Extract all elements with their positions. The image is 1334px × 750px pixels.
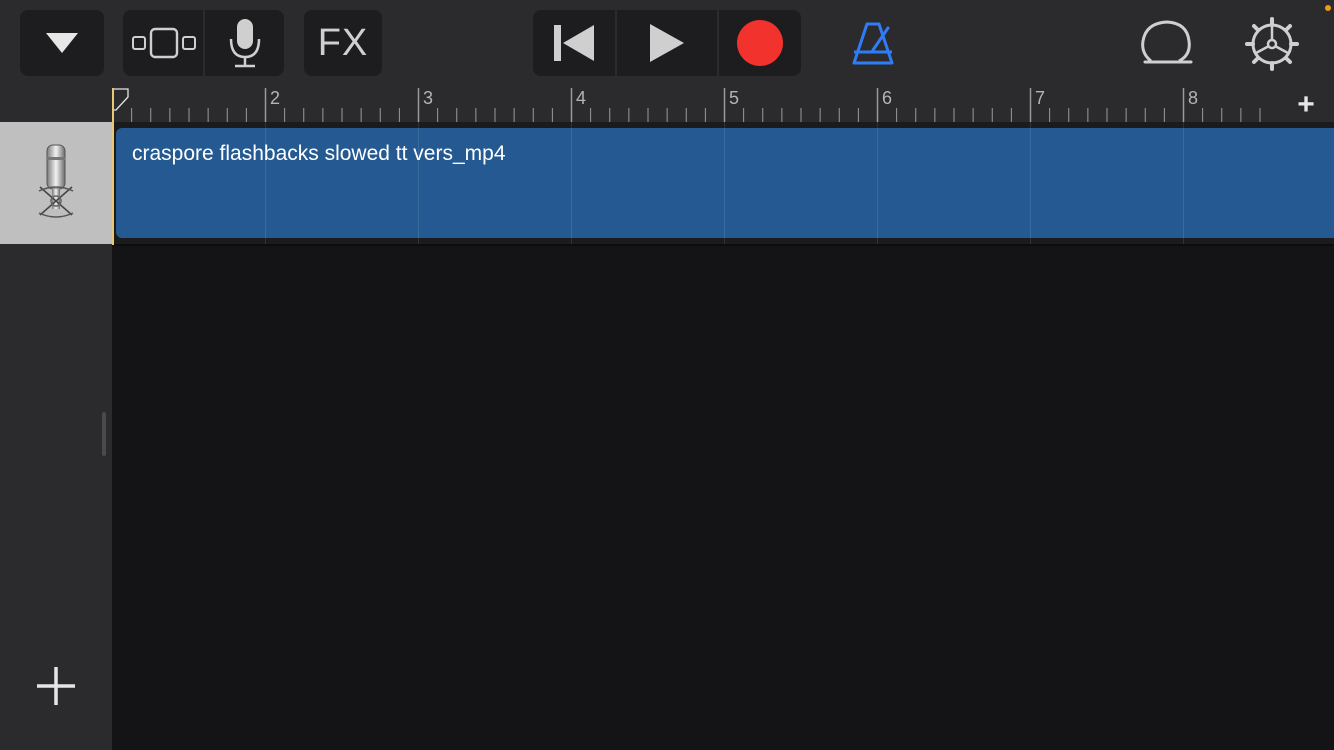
add-track-button[interactable]: [32, 662, 80, 710]
ruler-bar-label: 3: [423, 88, 433, 108]
audio-region[interactable]: craspore flashbacks slowed tt vers_mp4: [116, 128, 1334, 238]
microphone-button[interactable]: [205, 10, 284, 76]
lane-bar-gridline: [418, 122, 419, 244]
tracks-view-button[interactable]: [123, 10, 203, 76]
loop-browser-icon: [1141, 20, 1193, 64]
plus-icon: [37, 667, 75, 705]
lane-bar-gridline: [1183, 122, 1184, 244]
ruler-bar-label: 5: [729, 88, 739, 108]
ruler-bar-label: 6: [882, 88, 892, 108]
lane-bar-gridline: [1030, 122, 1031, 244]
lane-bar-gridline: [877, 122, 878, 244]
metronome-icon: [852, 22, 894, 65]
microphone-icon: [229, 19, 260, 68]
lane-bar-gridline: [571, 122, 572, 244]
plus-icon: +: [1297, 88, 1315, 121]
rewind-button[interactable]: [533, 10, 615, 76]
timeline-ruler[interactable]: 2 3 4 5 6 7 8: [112, 88, 1278, 122]
record-icon: [737, 20, 783, 66]
view-mic-group: [123, 10, 284, 76]
ruler-bar-label: 4: [576, 88, 586, 108]
lane-bar-gridline: [724, 122, 725, 244]
track-lane: craspore flashbacks slowed tt vers_mp4: [112, 122, 1334, 246]
tracks-view-icon: [132, 27, 196, 59]
toolbar: FX: [0, 0, 1334, 88]
track-header[interactable]: [0, 122, 112, 244]
play-button[interactable]: [617, 10, 717, 76]
playhead-marker-icon[interactable]: [112, 88, 129, 111]
lane-bar-gridline: [265, 122, 266, 244]
play-icon: [650, 24, 684, 62]
ruler-bar-label: 8: [1188, 88, 1198, 108]
ruler-bar-label: 2: [270, 88, 280, 108]
settings-button[interactable]: [1244, 16, 1300, 72]
ruler-bar-label: 7: [1035, 88, 1045, 108]
metronome-button[interactable]: [846, 18, 900, 68]
header-resize-handle[interactable]: [102, 412, 106, 456]
track-header-column: [0, 88, 112, 750]
region-name: craspore flashbacks slowed tt vers_mp4: [132, 142, 506, 165]
skip-back-icon: [554, 25, 594, 61]
record-button[interactable]: [719, 10, 801, 76]
loop-browser-button[interactable]: [1138, 16, 1196, 70]
triangle-down-icon: [46, 33, 78, 53]
condenser-microphone-icon: [38, 144, 74, 218]
fx-button[interactable]: FX: [304, 10, 382, 76]
ruler-add-section-button[interactable]: +: [1278, 88, 1334, 122]
recording-indicator-dot: [1325, 5, 1331, 11]
settings-gear-icon: [1245, 17, 1299, 71]
fx-label: FX: [317, 21, 369, 64]
playhead[interactable]: [112, 88, 114, 245]
transport-controls: [533, 10, 801, 76]
browser-button[interactable]: [20, 10, 104, 76]
